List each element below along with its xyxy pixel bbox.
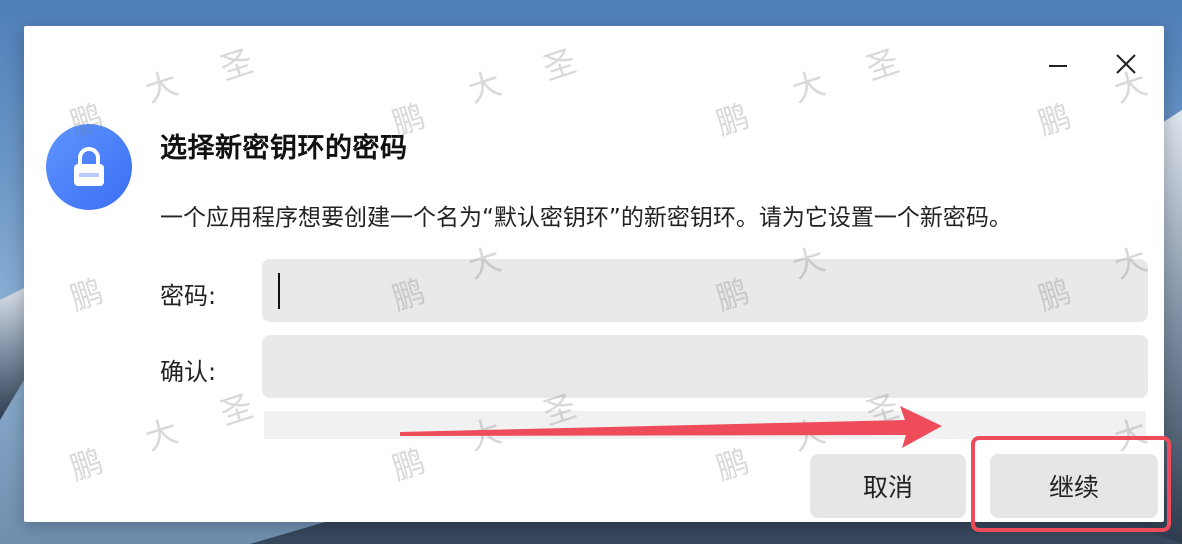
minimize-button[interactable] <box>1040 46 1076 82</box>
password-label: 密码: <box>160 282 217 310</box>
password-strength-bar <box>264 411 1146 439</box>
confirm-password-field[interactable] <box>262 335 1148 398</box>
cancel-button[interactable]: 取消 <box>810 454 966 518</box>
lock-icon <box>46 124 132 210</box>
continue-button[interactable]: 继续 <box>990 454 1158 518</box>
dialog-description: 一个应用程序想要创建一个名为“默认密钥环”的新密钥环。请为它设置一个新密码。 <box>160 205 1012 231</box>
text-cursor <box>278 273 280 309</box>
dialog-title: 选择新密钥环的密码 <box>160 133 408 164</box>
minimize-icon <box>1049 65 1067 67</box>
keyring-password-dialog: 选择新密钥环的密码 一个应用程序想要创建一个名为“默认密钥环”的新密钥环。请为它… <box>24 26 1164 522</box>
close-icon <box>1116 54 1136 74</box>
close-button[interactable] <box>1108 46 1144 82</box>
confirm-label: 确认: <box>160 358 217 386</box>
password-field[interactable] <box>262 259 1148 322</box>
